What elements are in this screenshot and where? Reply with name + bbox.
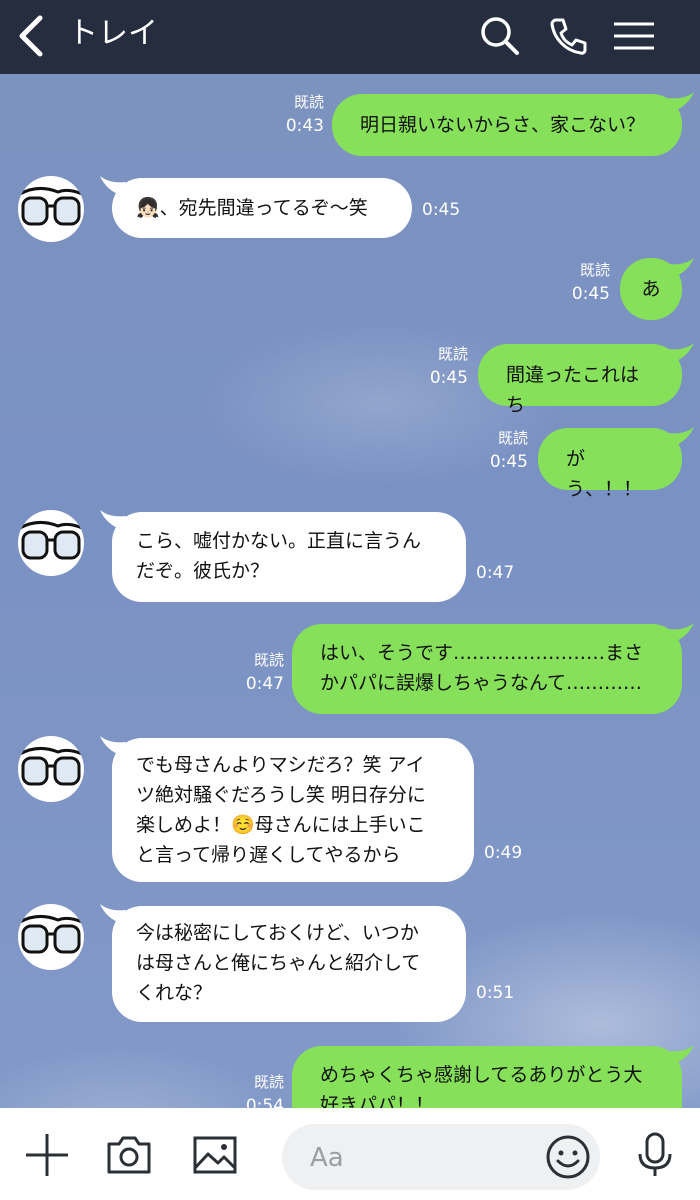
microphone-icon: [638, 1132, 672, 1176]
search-button[interactable]: [476, 12, 524, 60]
message-time: 0:47: [245, 674, 284, 694]
add-button[interactable]: [22, 1130, 72, 1180]
search-icon: [481, 17, 519, 55]
message-input-box[interactable]: [282, 1124, 600, 1190]
chat-title: トレイ: [68, 16, 158, 51]
emoji-button[interactable]: [544, 1133, 592, 1181]
menu-icon: [614, 22, 654, 50]
menu-button[interactable]: [610, 12, 658, 60]
message-meta: 既読 0:45: [418, 344, 468, 388]
incoming-message[interactable]: こら、嘘付かない。正直に言うん だぞ。彼氏か？: [112, 512, 466, 602]
image-icon: [193, 1136, 237, 1174]
read-receipt: 既読: [579, 261, 610, 279]
message-input[interactable]: [308, 1138, 532, 1178]
voice-button[interactable]: [630, 1130, 680, 1180]
avatar[interactable]: [18, 904, 84, 970]
glasses-icon: [19, 747, 83, 786]
message-time: 0:47: [476, 563, 515, 583]
camera-button[interactable]: [104, 1130, 154, 1180]
bubble-tail: [668, 623, 694, 643]
incoming-message[interactable]: 👧🏻、宛先間違ってるぞ〜笑: [112, 178, 412, 238]
outgoing-message[interactable]: 明日親いないからさ、家こない？: [332, 94, 682, 156]
glasses-icon: [19, 915, 83, 954]
read-receipt: 既読: [253, 651, 284, 669]
read-receipt: 既読: [253, 1073, 284, 1091]
back-chevron-icon: [19, 15, 43, 57]
message-time: 0:43: [285, 116, 324, 136]
outgoing-message[interactable]: がう、！！: [538, 428, 682, 500]
read-receipt: 既読: [437, 345, 468, 363]
message-meta: 既読 0:45: [478, 428, 528, 472]
message-time: 0:45: [571, 284, 610, 304]
bubble-tail: [668, 258, 694, 278]
message-time: 0:49: [484, 843, 523, 863]
read-receipt: 既読: [497, 429, 528, 447]
message-time: 0:45: [422, 200, 461, 220]
back-button[interactable]: [8, 10, 54, 62]
bubble-tail: [668, 1045, 694, 1065]
avatar[interactable]: [18, 736, 84, 802]
glasses-icon: [19, 521, 83, 560]
plus-icon: [26, 1134, 68, 1176]
message-time: 0:45: [429, 368, 468, 388]
bubble-tail: [668, 92, 694, 112]
outgoing-message[interactable]: 間違ったこれはち: [478, 344, 682, 416]
message-time: 0:45: [489, 452, 528, 472]
emoji-icon: [546, 1135, 590, 1179]
read-receipt: 既読: [293, 93, 324, 111]
image-button[interactable]: [190, 1130, 240, 1180]
message-meta: 既読 0:47: [234, 650, 284, 694]
call-button[interactable]: [544, 12, 592, 60]
outgoing-message[interactable]: はい、そうです……………………まさ かパパに誤爆しちゃうなんて…………: [292, 624, 682, 714]
glasses-icon: [19, 187, 83, 226]
message-meta: 既読 0:45: [560, 260, 610, 304]
chat-header: トレイ: [0, 0, 700, 74]
incoming-message[interactable]: でも母さんよりマシだろ？笑 アイ ツ絶対騒ぐだろうし笑 明日存分に 楽しめよ！☺…: [112, 738, 474, 882]
bubble-tail: [668, 343, 694, 363]
message-meta: 既読 0:43: [270, 92, 324, 136]
bubble-tail: [668, 427, 694, 447]
camera-icon: [107, 1136, 151, 1174]
incoming-message[interactable]: 今は秘密にしておくけど、いつか は母さんと俺にちゃんと紹介して くれな？: [112, 906, 466, 1022]
avatar[interactable]: [18, 510, 84, 576]
message-composer: [0, 1108, 700, 1200]
avatar[interactable]: [18, 176, 84, 242]
phone-icon: [550, 18, 587, 55]
message-time: 0:51: [476, 983, 515, 1003]
